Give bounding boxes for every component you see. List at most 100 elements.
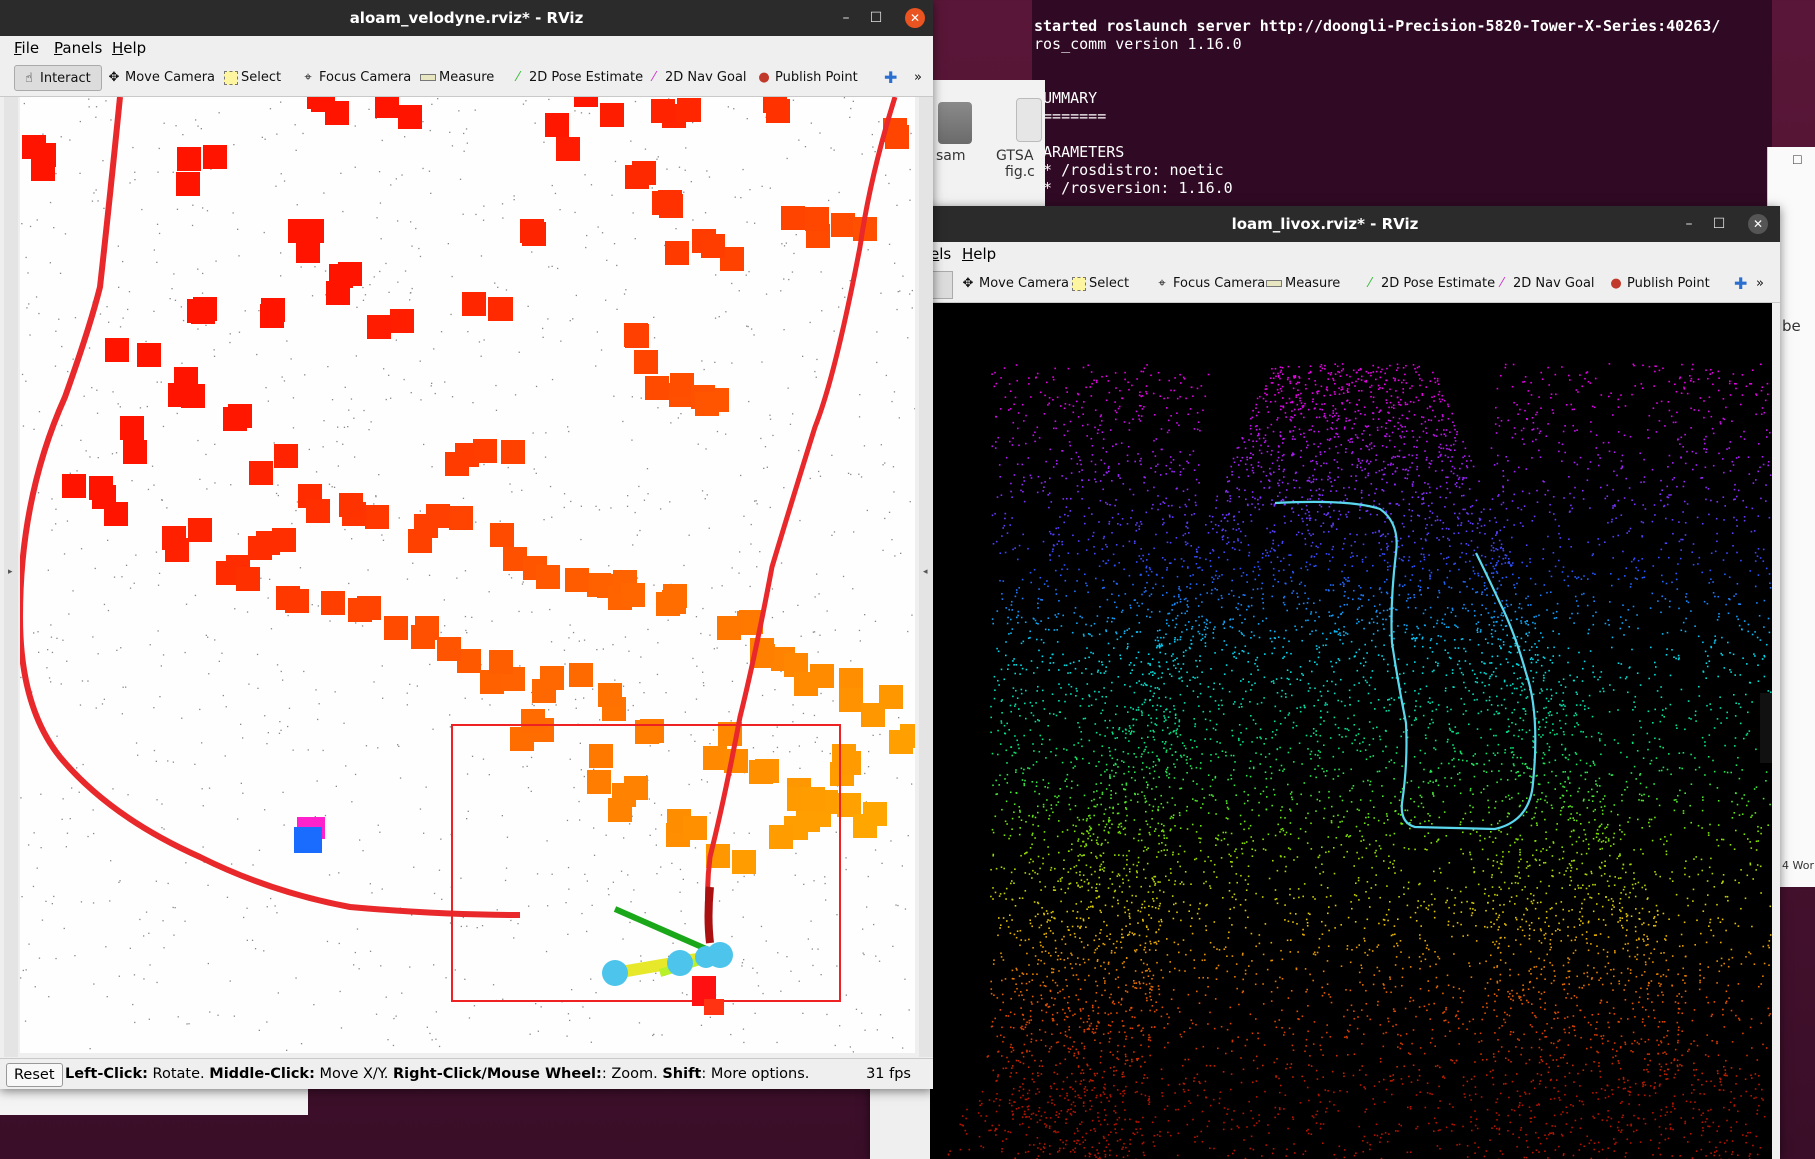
lidar-map-view[interactable] — [20, 97, 915, 1053]
landmark-marker — [294, 827, 322, 853]
close-icon[interactable]: ✕ — [905, 8, 925, 28]
maximize-icon[interactable]: ☐ — [1704, 206, 1734, 242]
toolbar: ☝ Interact ✥ Move Camera Select ⌖ Focus Cam… — [0, 60, 933, 97]
window-title: aloam_velodyne.rviz* - RViz — [349, 9, 584, 27]
tool-label: 2D Pose Estimate — [1381, 276, 1496, 291]
select-icon — [1072, 276, 1086, 291]
file-label: fig.c — [1005, 164, 1035, 180]
minimize-icon[interactable]: – — [1674, 206, 1704, 242]
file-label: sam — [936, 148, 966, 164]
tool-publish-point[interactable]: ● Publish Point — [1608, 271, 1710, 297]
terminal-line: * /rosdistro: noetic — [1034, 161, 1224, 179]
title-bar[interactable]: loam_livox.rviz* - RViz – ☐ ✕ — [870, 206, 1780, 242]
terminal-line: PARAMETERS — [1034, 143, 1125, 161]
hint-part: Move X/Y. — [314, 1066, 393, 1082]
publish-point-icon: ● — [1610, 276, 1622, 291]
menu-bar: File Panels Help — [0, 36, 933, 60]
reset-button[interactable]: Reset — [6, 1063, 63, 1087]
point-cloud-view[interactable] — [930, 303, 1772, 1159]
toolbar: ✥ Move Camera Select ⌖ Focus Camera Measur… — [870, 266, 1780, 303]
tool-label: 2D Nav Goal — [665, 70, 747, 85]
publish-point-icon: ● — [758, 70, 770, 85]
hint-part: Middle-Click: — [209, 1066, 315, 1082]
background-text: be — [1782, 317, 1801, 335]
file-label: GTSA — [996, 148, 1034, 164]
nav-goal-icon: ⁄ — [1500, 276, 1504, 291]
left-panel-collapse-handle[interactable]: ▸ — [4, 97, 18, 1057]
tool-label: Move Camera — [125, 70, 216, 85]
hint-part: Rotate. — [147, 1066, 210, 1082]
hint-part: : More options. — [701, 1066, 810, 1082]
tool-label: Publish Point — [1627, 276, 1710, 291]
tool-label: Interact — [40, 71, 91, 86]
tool-2d-pose-estimate[interactable]: ⁄ 2D Pose Estimate — [1362, 271, 1495, 297]
point-cloud — [947, 363, 1772, 1159]
tool-measure[interactable]: Measure — [1266, 271, 1340, 297]
window-close-icon[interactable]: ☐ — [1792, 153, 1806, 167]
robot-pose-marker — [602, 906, 733, 1015]
pose-estimate-icon: ⁄ — [516, 70, 520, 85]
menu-panels[interactable]: els — [930, 245, 951, 263]
background-text: 4 Wor — [1782, 859, 1814, 872]
toolbar-interact-fragment[interactable] — [930, 271, 953, 299]
tool-focus-camera[interactable]: ⌖ Focus Camera — [1154, 271, 1265, 297]
window-title: loam_livox.rviz* - RViz — [1231, 215, 1419, 233]
focus-camera-icon: ⌖ — [1158, 276, 1166, 291]
tool-move-camera[interactable]: ✥ Move Camera — [106, 65, 215, 91]
close-icon[interactable]: ✕ — [1748, 214, 1768, 234]
tool-select[interactable]: Select — [1072, 271, 1129, 297]
file-icon[interactable] — [938, 102, 972, 144]
status-bar: Reset Left-Click: Rotate. Middle-Click: … — [0, 1058, 933, 1089]
fps-counter: 31 fps — [866, 1066, 911, 1082]
add-tool-button[interactable]: ✚ — [1734, 271, 1747, 297]
measure-icon — [420, 74, 436, 81]
minimize-icon[interactable]: – — [831, 0, 861, 36]
tool-label: Publish Point — [775, 70, 858, 85]
toolbar-overflow-icon[interactable]: » — [1756, 271, 1764, 297]
3d-viewport-velodyne[interactable] — [20, 97, 915, 1053]
hand-icon: ☝ — [25, 71, 33, 86]
terminal-line: SUMMARY — [1034, 89, 1098, 107]
tool-focus-camera[interactable]: ⌖ Focus Camera — [300, 65, 411, 91]
title-bar[interactable]: aloam_velodyne.rviz* - RViz – ☐ ✕ — [0, 0, 933, 36]
rviz-window-livox: loam_livox.rviz* - RViz – ☐ ✕ els Help ✥… — [870, 206, 1780, 1159]
3d-viewport-livox[interactable] — [930, 303, 1772, 1159]
tool-publish-point[interactable]: ● Publish Point — [756, 65, 858, 91]
tool-select[interactable]: Select — [224, 65, 281, 91]
measure-icon — [1266, 280, 1282, 287]
menu-panels[interactable]: Panels — [54, 39, 102, 57]
tool-2d-pose-estimate[interactable]: ⁄ 2D Pose Estimate — [510, 65, 643, 91]
tool-2d-nav-goal[interactable]: ⁄ 2D Nav Goal — [1494, 271, 1595, 297]
toolbar-overflow-icon[interactable]: » — [914, 65, 922, 91]
tool-interact[interactable]: ☝ Interact — [14, 65, 102, 91]
menu-bar: els Help — [870, 242, 1780, 266]
terminal-line: ======== — [1034, 107, 1107, 125]
add-tool-button[interactable]: ✚ — [884, 65, 897, 91]
point-noise — [20, 97, 915, 1053]
move-camera-icon: ✥ — [108, 70, 120, 85]
pose-estimate-icon: ⁄ — [1368, 276, 1372, 291]
focus-camera-icon: ⌖ — [304, 70, 312, 85]
file-icon[interactable] — [1016, 98, 1042, 142]
tool-label: Focus Camera — [319, 70, 412, 85]
tool-label: Select — [1089, 276, 1130, 291]
tool-label: Select — [241, 70, 282, 85]
menu-help[interactable]: Help — [962, 245, 996, 263]
tool-label: 2D Pose Estimate — [529, 70, 644, 85]
tool-measure[interactable]: Measure — [420, 65, 494, 91]
tool-move-camera[interactable]: ✥ Move Camera — [960, 271, 1069, 297]
maximize-icon[interactable]: ☐ — [861, 0, 891, 36]
right-panel-collapse-handle[interactable]: ◂ — [919, 97, 933, 1057]
tool-label: Measure — [439, 70, 495, 85]
menu-file[interactable]: File — [14, 39, 39, 57]
file-manager-fragment: sam GTSA fig.c — [930, 80, 1045, 210]
right-panel-collapse-handle — [1760, 693, 1772, 763]
hint-part: : Zoom. — [601, 1066, 663, 1082]
odometry-trajectory — [704, 886, 714, 944]
tool-2d-nav-goal[interactable]: ⁄ 2D Nav Goal — [646, 65, 747, 91]
terminal-line: ros_comm version 1.16.0 — [1034, 35, 1242, 53]
menu-help[interactable]: Help — [112, 39, 146, 57]
livox-trajectory — [1274, 500, 1537, 831]
